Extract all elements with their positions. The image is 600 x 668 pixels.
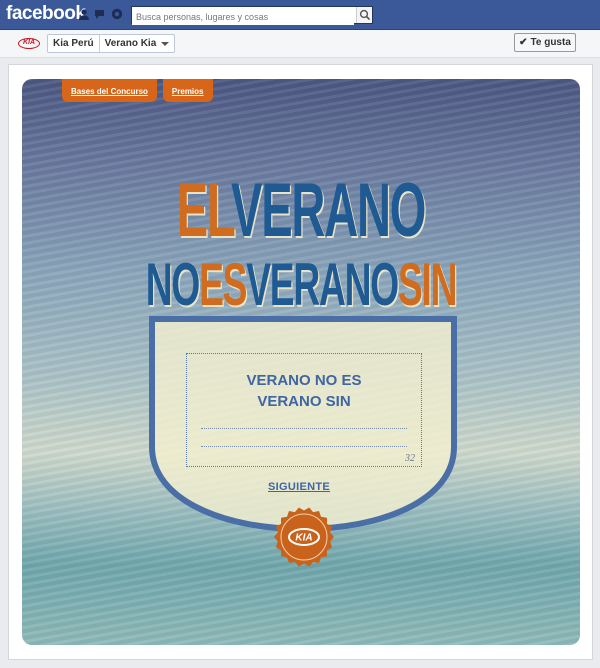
answer-line [201, 446, 407, 447]
headline-word: EL [176, 168, 232, 253]
chevron-down-icon [161, 41, 170, 46]
headline-word: VERANO [246, 251, 399, 318]
headline-word: VERANO [231, 168, 426, 253]
contest-app: Bases del Concurso Premios ELVERANO NOES… [22, 79, 580, 645]
like-label: Te gusta [530, 37, 571, 48]
app-frame: Bases del Concurso Premios ELVERANO NOES… [8, 64, 593, 660]
breadcrumb-app-selector[interactable]: Verano Kia [98, 35, 175, 52]
notifications-icon[interactable] [111, 8, 123, 20]
friends-icon[interactable] [78, 8, 90, 20]
headline-word: ES [199, 251, 247, 318]
character-counter: 32 [405, 453, 415, 464]
headline-word: NO [145, 251, 201, 318]
phrase-line: VERANO NO ES [246, 372, 362, 389]
messages-icon[interactable] [94, 8, 106, 20]
facebook-top-bar: facebook [0, 0, 600, 30]
checkmark-icon: ✔ [519, 37, 528, 48]
breadcrumb-app-label: Verano Kia [104, 38, 157, 49]
page-header-bar: KIA Kia Perú Verano Kia ✔ Te gusta [0, 30, 600, 58]
kia-logo[interactable]: KIA [18, 38, 40, 49]
search-box [131, 6, 373, 25]
facebook-logo[interactable]: facebook [6, 3, 86, 25]
breadcrumb-page[interactable]: Kia Perú [48, 35, 99, 52]
tab-bases-concurso[interactable]: Bases del Concurso [62, 79, 157, 102]
breadcrumb: Kia Perú Verano Kia [47, 34, 176, 53]
headline-line-1: ELVERANO [128, 173, 474, 249]
tab-premios[interactable]: Premios [162, 79, 213, 102]
search-input[interactable] [132, 9, 354, 25]
phrase-line: VERANO SIN [257, 393, 351, 410]
like-button[interactable]: ✔ Te gusta [514, 33, 576, 52]
answer-line [201, 428, 407, 429]
search-button[interactable] [356, 7, 372, 23]
phrase-input-box[interactable]: VERANO NO ES VERANO SIN 32 [186, 353, 422, 467]
next-button[interactable]: SIGUIENTE [268, 481, 330, 493]
phrase-prompt: VERANO NO ES VERANO SIN [187, 370, 421, 412]
headline-line-2: NOESVERANOSIN [128, 255, 474, 315]
kia-seal-logo: KIA [274, 507, 334, 567]
search-icon [359, 9, 371, 21]
seal-logo-text: KIA [295, 533, 312, 544]
headline-word: SIN [397, 251, 458, 318]
app-tabs: Bases del Concurso Premios [62, 79, 213, 102]
